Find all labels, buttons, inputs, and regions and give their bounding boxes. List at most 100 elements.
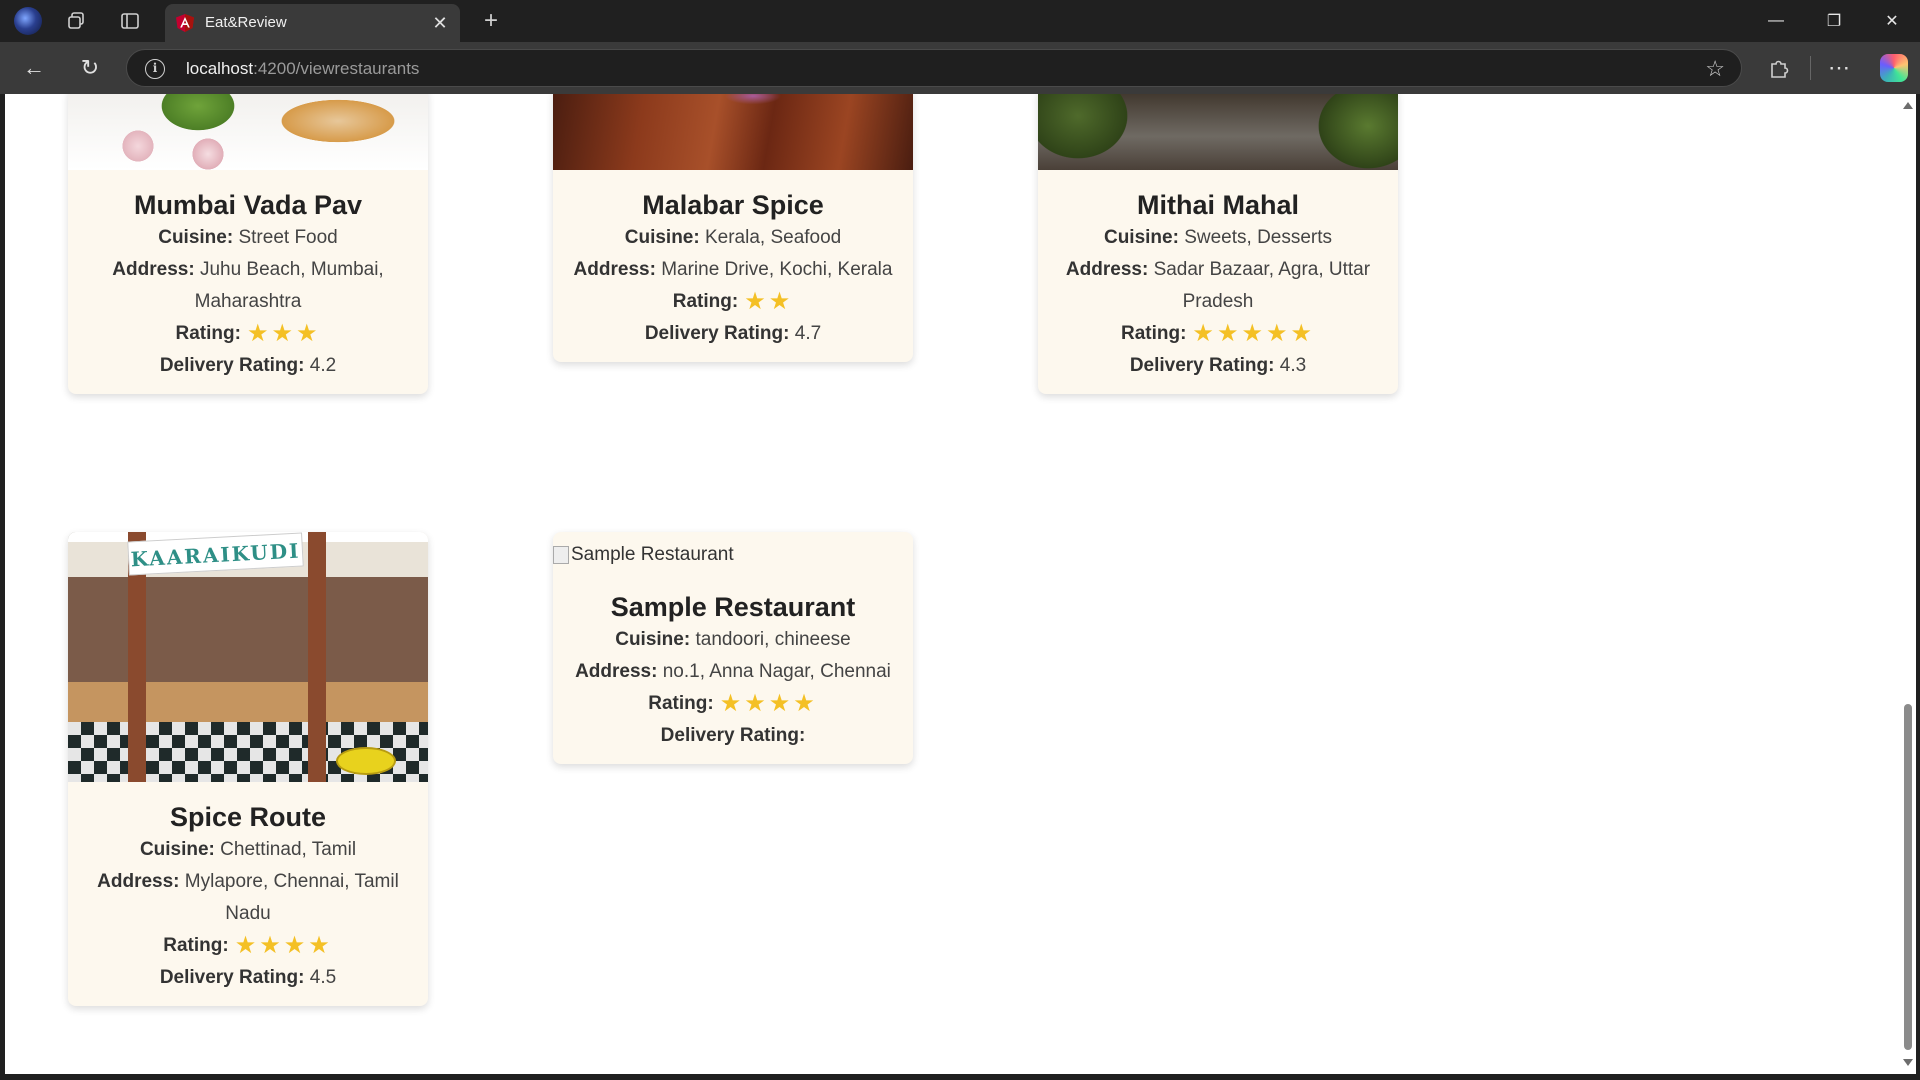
address-line: Address: Juhu Beach, Mumbai, Maharashtra — [68, 254, 428, 318]
scroll-down-arrow-icon[interactable] — [1903, 1059, 1913, 1066]
restaurant-name: Mithai Mahal — [1136, 190, 1299, 220]
restore-button[interactable]: ❐ — [1806, 0, 1862, 42]
back-arrow-icon[interactable]: ← — [20, 54, 48, 82]
close-icon[interactable]: ✕ — [428, 11, 452, 35]
delivery-label: Delivery Rating: — [660, 725, 806, 746]
minimize-button[interactable]: — — [1748, 0, 1804, 42]
broken-image: Sample Restaurant — [553, 532, 913, 572]
cuisine-value: Sweets, Desserts — [1184, 227, 1333, 248]
rating-stars: ★★★★ — [720, 688, 818, 720]
toolbar: ← ↻ i localhost:4200/viewrestaurants ☆ ⋯ — [0, 42, 1920, 94]
info-icon[interactable]: i — [145, 59, 165, 79]
puzzle-icon[interactable] — [1765, 54, 1793, 82]
restaurant-card[interactable]: Sample Restaurant Sample Restaurant Cuis… — [553, 532, 913, 764]
restaurant-photo — [1038, 94, 1398, 170]
rating-label: Rating: — [1120, 323, 1187, 344]
star-outline-icon[interactable]: ☆ — [1705, 56, 1725, 82]
cuisine-line: Cuisine: tandoori, chineese — [553, 624, 913, 656]
restaurant-name: Spice Route — [169, 802, 327, 832]
url-path: :4200/viewrestaurants — [253, 59, 420, 78]
cuisine-label: Cuisine: — [624, 227, 700, 248]
delivery-label: Delivery Rating: — [159, 355, 305, 376]
window-bottom-edge — [0, 1074, 1920, 1080]
vertical-scrollbar[interactable] — [1900, 94, 1916, 1074]
address-line: Address: no.1, Anna Nagar, Chennai — [553, 656, 913, 688]
url-text[interactable]: localhost:4200/viewrestaurants — [186, 59, 419, 79]
image-alt-text: Sample Restaurant — [571, 544, 734, 565]
star-filled-icon: ★ — [271, 320, 296, 347]
restaurant-name: Sample Restaurant — [610, 592, 856, 622]
workspaces-icon[interactable] — [64, 8, 90, 34]
delivery-value: 4.5 — [309, 967, 337, 988]
restaurant-card[interactable]: Mumbai Vada Pav Cuisine: Street Food Add… — [68, 94, 428, 394]
address-value: Mylapore, Chennai, Tamil Nadu — [184, 871, 399, 924]
restaurant-name: Malabar Spice — [642, 190, 824, 220]
close-window-button[interactable]: ✕ — [1864, 0, 1920, 42]
address-label: Address: — [575, 661, 658, 682]
delivery-line: Delivery Rating: 4.3 — [1038, 350, 1398, 382]
restaurant-card[interactable]: KAARAIKUDI Spice Route Cuisine: Chettina… — [68, 532, 428, 1006]
rating-stars: ★★★★★ — [1192, 318, 1315, 350]
star-filled-icon: ★ — [719, 690, 745, 717]
cuisine-line: Cuisine: Sweets, Desserts — [1038, 222, 1398, 254]
address-line: Address: Marine Drive, Kochi, Kerala — [553, 254, 913, 286]
cuisine-label: Cuisine: — [158, 227, 234, 248]
reload-icon[interactable]: ↻ — [76, 54, 104, 82]
restaurant-name: Mumbai Vada Pav — [133, 190, 363, 220]
address-line: Address: Mylapore, Chennai, Tamil Nadu — [68, 866, 428, 930]
star-filled-icon: ★ — [768, 288, 794, 315]
address-value: Sadar Bazaar, Agra, Uttar Pradesh — [1153, 259, 1371, 312]
profile-avatar-icon[interactable] — [14, 7, 42, 35]
restaurant-card[interactable]: Malabar Spice Cuisine: Kerala, Seafood A… — [553, 94, 913, 362]
delivery-label: Delivery Rating: — [1129, 355, 1275, 376]
toolbar-separator — [1810, 56, 1811, 80]
star-filled-icon: ★ — [1265, 320, 1291, 347]
star-filled-icon: ★ — [308, 932, 333, 959]
delivery-label: Delivery Rating: — [644, 323, 790, 344]
rating-line: Rating: ★★★★ — [553, 688, 913, 720]
delivery-line: Delivery Rating: 4.7 — [553, 318, 913, 350]
star-filled-icon: ★ — [295, 320, 321, 347]
restaurant-photo — [68, 94, 428, 170]
scroll-thumb[interactable] — [1904, 704, 1912, 1050]
delivery-value: 4.2 — [309, 355, 337, 376]
cuisine-value: Chettinad, Tamil — [220, 839, 357, 860]
active-tab[interactable]: Eat&Review ✕ — [165, 4, 460, 42]
more-icon[interactable]: ⋯ — [1825, 54, 1853, 82]
rating-line: Rating: ★★★★ — [68, 930, 428, 962]
star-filled-icon: ★ — [259, 932, 284, 959]
delivery-line: Delivery Rating: 4.5 — [68, 962, 428, 994]
page-viewport: Mumbai Vada Pav Cuisine: Street Food Add… — [5, 94, 1900, 1074]
scroll-up-arrow-icon[interactable] — [1903, 102, 1913, 109]
rating-stars: ★★★★ — [235, 930, 333, 962]
cuisine-value: tandoori, chineese — [695, 629, 851, 650]
photo-sign-text: KAARAIKUDI — [127, 532, 304, 576]
copilot-icon[interactable] — [1880, 54, 1908, 82]
cuisine-line: Cuisine: Kerala, Seafood — [553, 222, 913, 254]
star-filled-icon: ★ — [744, 288, 769, 315]
restaurant-card[interactable]: Mithai Mahal Cuisine: Sweets, Desserts A… — [1038, 94, 1398, 394]
rating-label: Rating: — [672, 291, 739, 312]
star-filled-icon: ★ — [744, 690, 769, 717]
rating-line: Rating: ★★★ — [68, 318, 428, 350]
rating-stars: ★★ — [744, 286, 793, 318]
address-label: Address: — [97, 871, 180, 892]
delivery-value: 4.7 — [794, 323, 822, 344]
star-filled-icon: ★ — [768, 690, 794, 717]
delivery-value: 4.3 — [1279, 355, 1307, 376]
tab-actions-icon[interactable] — [117, 8, 143, 34]
address-bar[interactable]: i localhost:4200/viewrestaurants ☆ — [126, 49, 1742, 87]
delivery-line: Delivery Rating: — [553, 720, 913, 752]
angular-logo-icon — [176, 14, 194, 32]
star-filled-icon: ★ — [793, 690, 818, 717]
star-filled-icon: ★ — [1241, 320, 1266, 347]
rating-label: Rating: — [175, 323, 241, 344]
address-label: Address: — [1065, 259, 1149, 280]
address-value: no.1, Anna Nagar, Chennai — [662, 661, 891, 682]
tab-title: Eat&Review — [205, 14, 287, 31]
rating-label: Rating: — [648, 693, 714, 714]
delivery-label: Delivery Rating: — [159, 967, 305, 988]
address-label: Address: — [573, 259, 656, 280]
plus-icon[interactable]: + — [478, 7, 504, 34]
cuisine-value: Street Food — [238, 227, 338, 248]
